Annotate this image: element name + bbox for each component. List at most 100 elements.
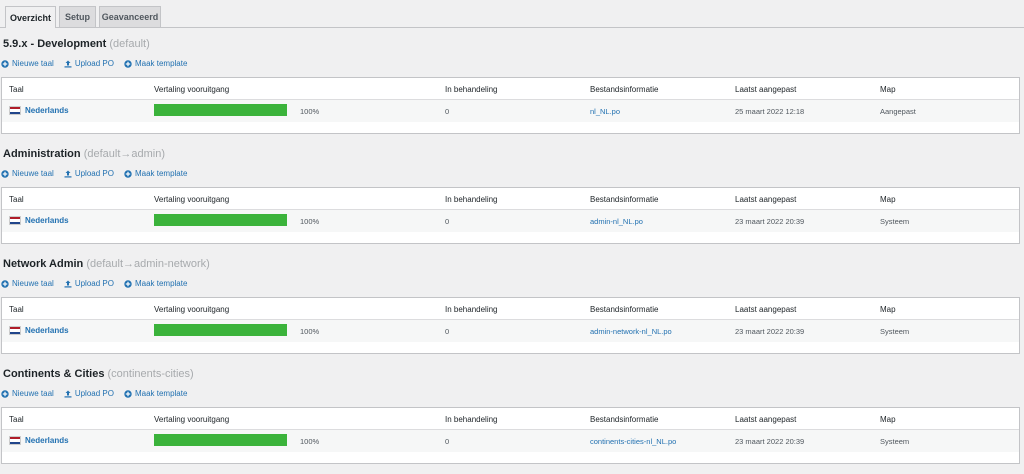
col-map-header: Map [880, 85, 896, 94]
col-vertaling-header: Vertaling vooruitgang [154, 195, 230, 204]
plus-circle-icon [1, 59, 9, 68]
tab-geavanceerd[interactable]: Geavanceerd [99, 6, 161, 27]
action-label: Maak template [134, 59, 188, 68]
col-laatst-aangepast-header: Laatst aangepast [735, 305, 797, 314]
flag-nl-icon [9, 216, 21, 225]
last-modified: 25 maart 2022 12:18 [735, 107, 805, 116]
table-header: Taal Vertaling vooruitgang In behandeling B… [2, 188, 1019, 210]
action-label: Nieuwe taal [12, 389, 54, 398]
col-in-behandeling-header: In behandeling [445, 415, 498, 424]
col-map-header: Map [880, 305, 896, 314]
section-domain: (default→admin-network) [86, 258, 210, 270]
col-vertaling-header: Vertaling vooruitgang [154, 415, 230, 424]
folder-type: Systeem [880, 217, 910, 226]
language-label: Nederlands [25, 216, 69, 225]
folder-type: Aangepast [880, 107, 916, 116]
section-title-text: 5.9.x - Development [3, 38, 107, 50]
section-title: 5.9.x - Development (default) [3, 38, 150, 50]
action-label: Maak template [134, 169, 188, 178]
section-title: Continents & Cities (continents-cities) [3, 368, 194, 380]
maak-template-button[interactable]: Maak template [124, 169, 187, 178]
progress-percent: 100% [300, 107, 320, 116]
table-row: Nederlands 100% 0 nl_NL.po 25 maart 2022… [2, 100, 1019, 122]
language-link[interactable]: Nederlands [9, 436, 69, 445]
table-header: Taal Vertaling vooruitgang In behandeling B… [2, 298, 1019, 320]
progress-percent: 100% [300, 217, 320, 226]
upload-po-button[interactable]: Upload PO [64, 389, 114, 398]
action-label: Upload PO [74, 279, 114, 288]
col-taal-header: Taal [9, 85, 24, 94]
col-bestandsinformatie-header: Bestandsinformatie [590, 305, 659, 314]
action-label: Maak template [134, 279, 188, 288]
language-label: Nederlands [25, 326, 69, 335]
progress-bar [154, 214, 287, 226]
col-in-behandeling-header: In behandeling [445, 195, 498, 204]
upload-icon [64, 60, 72, 68]
col-bestandsinformatie-header: Bestandsinformatie [590, 85, 659, 94]
section-actions: Nieuwe taal Upload PO Maak template [1, 389, 187, 398]
section-title-text: Network Admin [3, 258, 84, 270]
col-bestandsinformatie-header: Bestandsinformatie [590, 415, 659, 424]
upload-icon [64, 170, 72, 178]
upload-icon [64, 390, 72, 398]
language-link[interactable]: Nederlands [9, 106, 69, 115]
maak-template-button[interactable]: Maak template [124, 279, 187, 288]
action-label: Nieuwe taal [12, 59, 54, 68]
pending-count: 0 [445, 107, 450, 116]
action-label: Upload PO [74, 59, 114, 68]
language-link[interactable]: Nederlands [9, 216, 69, 225]
section-domain: (continents-cities) [107, 368, 194, 380]
table-row: Nederlands 100% 0 admin-nl_NL.po 23 maar… [2, 210, 1019, 232]
maak-template-button[interactable]: Maak template [124, 389, 187, 398]
progress-bar [154, 324, 287, 336]
table-header: Taal Vertaling vooruitgang In behandeling B… [2, 408, 1019, 430]
last-modified: 23 maart 2022 20:39 [735, 327, 805, 336]
section-title: Network Admin (default→admin-network) [3, 258, 210, 270]
pending-count: 0 [445, 217, 450, 226]
progress-bar [154, 434, 287, 446]
col-taal-header: Taal [9, 195, 24, 204]
file-link[interactable]: continents-cities-nl_NL.po [590, 437, 676, 446]
tab-setup[interactable]: Setup [59, 6, 96, 27]
upload-po-button[interactable]: Upload PO [64, 279, 114, 288]
nieuwe-taal-button[interactable]: Nieuwe taal [1, 279, 54, 288]
maak-template-button[interactable]: Maak template [124, 59, 187, 68]
last-modified: 23 maart 2022 20:39 [735, 437, 805, 446]
flag-nl-icon [9, 436, 21, 445]
file-link[interactable]: admin-nl_NL.po [590, 217, 643, 226]
nieuwe-taal-button[interactable]: Nieuwe taal [1, 59, 54, 68]
tab-bar-divider [0, 27, 1024, 28]
plus-circle-icon [1, 169, 9, 178]
section-domain: (default) [109, 38, 150, 50]
plus-circle-icon [1, 279, 9, 288]
table-row: Nederlands 100% 0 admin-network-nl_NL.po… [2, 320, 1019, 342]
upload-po-button[interactable]: Upload PO [64, 59, 114, 68]
col-taal-header: Taal [9, 415, 24, 424]
section-actions: Nieuwe taal Upload PO Maak template [1, 59, 187, 68]
col-laatst-aangepast-header: Laatst aangepast [735, 195, 797, 204]
nieuwe-taal-button[interactable]: Nieuwe taal [1, 389, 54, 398]
nieuwe-taal-button[interactable]: Nieuwe taal [1, 169, 54, 178]
section-actions: Nieuwe taal Upload PO Maak template [1, 169, 187, 178]
pending-count: 0 [445, 437, 450, 446]
col-bestandsinformatie-header: Bestandsinformatie [590, 195, 659, 204]
section-domain: (default→admin) [83, 148, 166, 160]
col-taal-header: Taal [9, 305, 24, 314]
file-link[interactable]: admin-network-nl_NL.po [590, 327, 672, 336]
file-link[interactable]: nl_NL.po [590, 107, 620, 116]
col-in-behandeling-header: In behandeling [445, 305, 498, 314]
progress-bar [154, 104, 287, 116]
table-header: Taal Vertaling vooruitgang In behandeling B… [2, 78, 1019, 100]
flag-nl-icon [9, 326, 21, 335]
languages-table: Taal Vertaling vooruitgang In behandeling B… [1, 77, 1020, 134]
table-row: Nederlands 100% 0 continents-cities-nl_N… [2, 430, 1019, 452]
action-label: Maak template [134, 389, 188, 398]
language-link[interactable]: Nederlands [9, 326, 69, 335]
col-laatst-aangepast-header: Laatst aangepast [735, 85, 797, 94]
tab-overzicht[interactable]: Overzicht [5, 6, 56, 28]
col-map-header: Map [880, 415, 896, 424]
section-title-text: Administration [3, 148, 81, 160]
upload-po-button[interactable]: Upload PO [64, 169, 114, 178]
upload-icon [64, 280, 72, 288]
progress-percent: 100% [300, 437, 320, 446]
